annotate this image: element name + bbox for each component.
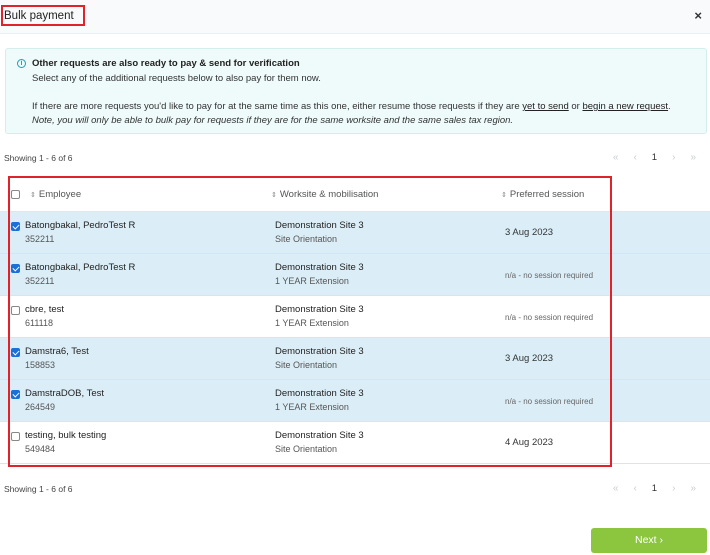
prev-page-icon[interactable]: ‹ bbox=[633, 483, 636, 494]
column-worksite-label: Worksite & mobilisation bbox=[279, 189, 379, 200]
info-subtext: Select any of the additional requests be… bbox=[32, 73, 321, 84]
table-row[interactable]: cbre, test 611118 Demonstration Site 3 1… bbox=[0, 296, 710, 338]
info-heading: Other requests are also ready to pay & s… bbox=[32, 58, 300, 69]
dialog-title: Bulk payment bbox=[1, 5, 85, 26]
info-icon: i bbox=[17, 59, 26, 68]
employee-name: Batongbakal, PedroTest R bbox=[25, 220, 136, 231]
mobilisation-type: 1 YEAR Extension bbox=[275, 276, 349, 286]
table-row[interactable]: testing, bulk testing 549484 Demonstrati… bbox=[0, 422, 710, 464]
prev-page-icon[interactable]: ‹ bbox=[633, 152, 636, 163]
worksite-name: Demonstration Site 3 bbox=[275, 220, 364, 231]
info-more-or: or bbox=[568, 101, 583, 112]
sort-icon: ⇕ bbox=[501, 192, 507, 199]
column-worksite[interactable]: ⇕ Worksite & mobilisation bbox=[271, 189, 378, 200]
showing-count-top: Showing 1 - 6 of 6 bbox=[4, 153, 73, 163]
column-session[interactable]: ⇕ Preferred session bbox=[501, 189, 584, 200]
employee-id: 264549 bbox=[25, 402, 56, 412]
employee-name: testing, bulk testing bbox=[25, 430, 107, 441]
info-more-prefix: If there are more requests you'd like to… bbox=[32, 101, 523, 112]
sort-icon: ⇕ bbox=[30, 192, 36, 199]
sort-icon: ⇕ bbox=[271, 192, 277, 199]
worksite-name: Demonstration Site 3 bbox=[275, 346, 364, 357]
employee-id: 352211 bbox=[25, 276, 55, 286]
select-all-checkbox[interactable] bbox=[11, 190, 20, 199]
first-page-icon[interactable]: « bbox=[613, 152, 619, 163]
dialog-header: Bulk payment × bbox=[0, 0, 710, 34]
info-panel: i Other requests are also ready to pay &… bbox=[5, 48, 707, 134]
column-employee[interactable]: ⇕ Employee bbox=[30, 189, 81, 200]
info-more-requests: If there are more requests you'd like to… bbox=[32, 101, 671, 112]
current-page[interactable]: 1 bbox=[652, 483, 657, 494]
employee-id: 158853 bbox=[25, 360, 56, 370]
row-checkbox[interactable] bbox=[11, 222, 20, 231]
preferred-session: 4 Aug 2023 bbox=[505, 437, 554, 448]
begin-new-request-link[interactable]: begin a new request bbox=[582, 101, 668, 112]
yet-to-send-link[interactable]: yet to send bbox=[522, 101, 568, 112]
mobilisation-type: 1 YEAR Extension bbox=[275, 402, 349, 412]
pagination-top: « ‹ 1 › » bbox=[613, 152, 696, 163]
worksite-name: Demonstration Site 3 bbox=[275, 388, 364, 399]
preferred-session: n/a - no session required bbox=[505, 397, 594, 406]
table-row[interactable]: Batongbakal, PedroTest R 352211 Demonstr… bbox=[0, 212, 710, 254]
close-icon[interactable]: × bbox=[694, 8, 702, 23]
mobilisation-type: 1 YEAR Extension bbox=[275, 318, 349, 328]
row-checkbox[interactable] bbox=[11, 264, 20, 273]
preferred-session: 3 Aug 2023 bbox=[505, 227, 554, 238]
mobilisation-type: Site Orientation bbox=[275, 444, 338, 454]
worksite-name: Demonstration Site 3 bbox=[275, 430, 364, 441]
current-page[interactable]: 1 bbox=[652, 152, 657, 163]
next-page-icon[interactable]: › bbox=[672, 483, 675, 494]
last-page-icon[interactable]: » bbox=[690, 152, 696, 163]
column-employee-label: Employee bbox=[38, 189, 82, 200]
row-checkbox[interactable] bbox=[11, 390, 20, 399]
mobilisation-type: Site Orientation bbox=[275, 360, 338, 370]
first-page-icon[interactable]: « bbox=[613, 483, 619, 494]
mobilisation-type: Site Orientation bbox=[275, 234, 338, 244]
preferred-session: n/a - no session required bbox=[505, 271, 594, 280]
worksite-name: Demonstration Site 3 bbox=[275, 304, 364, 315]
row-checkbox[interactable] bbox=[11, 432, 20, 441]
employee-name: Damstra6, Test bbox=[25, 346, 89, 357]
info-note: Note, you will only be able to bulk pay … bbox=[32, 115, 514, 126]
pagination-bottom: « ‹ 1 › » bbox=[613, 483, 696, 494]
employee-id: 611118 bbox=[25, 318, 54, 328]
table-row[interactable]: Damstra6, Test 158853 Demonstration Site… bbox=[0, 338, 710, 380]
last-page-icon[interactable]: » bbox=[690, 483, 696, 494]
row-checkbox[interactable] bbox=[11, 306, 20, 315]
employee-id: 549484 bbox=[25, 444, 56, 454]
employee-name: DamstraDOB, Test bbox=[25, 388, 105, 399]
employee-name: Batongbakal, PedroTest R bbox=[25, 262, 136, 273]
table-row[interactable]: DamstraDOB, Test 264549 Demonstration Si… bbox=[0, 380, 710, 422]
preferred-session: 3 Aug 2023 bbox=[505, 353, 554, 364]
info-more-suffix: . bbox=[668, 101, 671, 112]
table-header: ⇕ Employee ⇕ Worksite & mobilisation ⇕ Pref… bbox=[0, 177, 710, 212]
worksite-name: Demonstration Site 3 bbox=[275, 262, 364, 273]
row-checkbox[interactable] bbox=[11, 348, 20, 357]
next-page-icon[interactable]: › bbox=[672, 152, 675, 163]
employee-id: 352211 bbox=[25, 234, 55, 244]
preferred-session: n/a - no session required bbox=[505, 313, 594, 322]
table-row[interactable]: Batongbakal, PedroTest R 352211 Demonstr… bbox=[0, 254, 710, 296]
employee-name: cbre, test bbox=[25, 304, 65, 315]
column-session-label: Preferred session bbox=[509, 189, 585, 200]
next-button[interactable]: Next › bbox=[591, 528, 707, 553]
showing-count-bottom: Showing 1 - 6 of 6 bbox=[4, 484, 73, 494]
